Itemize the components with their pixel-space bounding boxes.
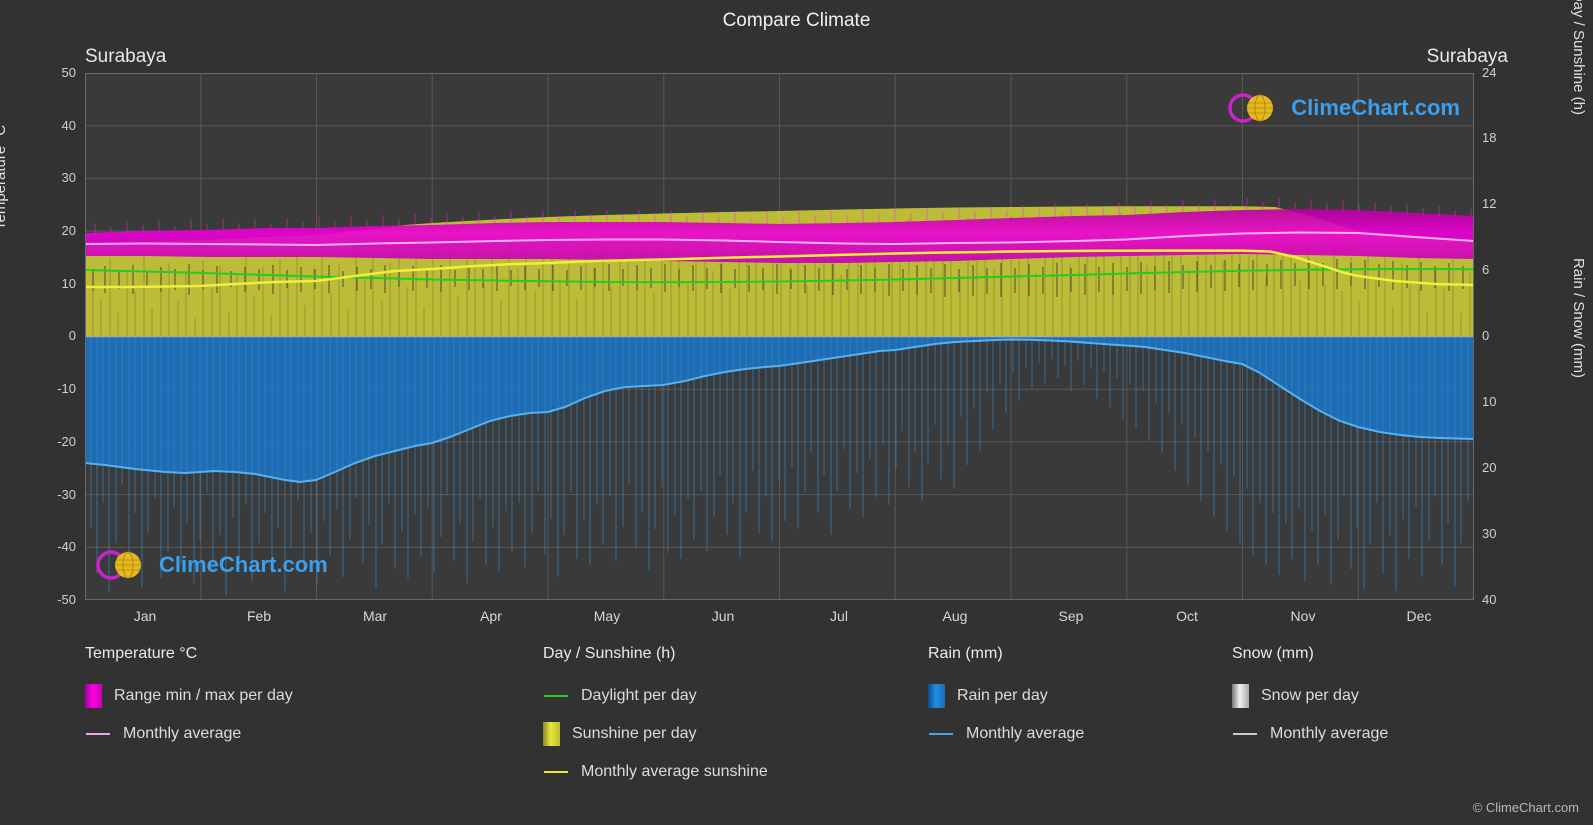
watermark-chart-bottom: Chart xyxy=(219,552,276,577)
y-axis-label-day-sunshine: Day / Sunshine (h) xyxy=(1570,0,1587,115)
legend-group-day-sunshine: Day / Sunshine (h) Daylight per day Suns… xyxy=(543,645,768,791)
legend-label-temp-range: Range min / max per day xyxy=(114,687,293,705)
legend-label-snow: Snow per day xyxy=(1261,687,1359,705)
ytick-left-10: 10 xyxy=(46,276,76,291)
xtick-may: May xyxy=(577,608,637,624)
legend-label-rain: Rain per day xyxy=(957,687,1048,705)
watermark-chart-top: Chart xyxy=(1351,95,1408,120)
watermark-clime-bottom: Clime xyxy=(159,552,219,577)
legend-label-daylight: Daylight per day xyxy=(581,687,697,705)
legend-swatch-sunshine-avg xyxy=(543,760,569,784)
ytick-left--40: -40 xyxy=(40,539,76,554)
xtick-mar: Mar xyxy=(345,608,405,624)
legend-group-snow: Snow (mm) Snow per day Monthly average xyxy=(1232,645,1388,753)
legend-heading-rain: Rain (mm) xyxy=(928,645,1084,663)
legend-item-sunshine[interactable]: Sunshine per day xyxy=(543,715,768,753)
page-title: Compare Climate xyxy=(0,10,1593,32)
watermark-brand-top: ClimeChart.com xyxy=(1291,95,1460,121)
ytick-left-20: 20 xyxy=(46,223,76,238)
legend-item-temp-avg[interactable]: Monthly average xyxy=(85,715,293,753)
xtick-aug: Aug xyxy=(925,608,985,624)
xtick-feb: Feb xyxy=(229,608,289,624)
legend-item-daylight[interactable]: Daylight per day xyxy=(543,677,768,715)
legend-group-rain: Rain (mm) Rain per day Monthly average xyxy=(928,645,1084,753)
xtick-jul: Jul xyxy=(809,608,869,624)
legend-swatch-temp-avg xyxy=(85,722,111,746)
ytick-right-rain-10: 10 xyxy=(1482,394,1496,409)
legend-swatch-rain xyxy=(928,684,945,708)
ytick-left--30: -30 xyxy=(40,487,76,502)
climechart-logo-icon-2 xyxy=(95,548,151,582)
ytick-left-30: 30 xyxy=(46,170,76,185)
legend-label-temp-avg: Monthly average xyxy=(123,725,241,743)
legend-swatch-sunshine xyxy=(543,722,560,746)
copyright-notice: © ClimeChart.com xyxy=(1473,800,1579,815)
ytick-right-rain-30: 30 xyxy=(1482,526,1496,541)
legend-label-snow-avg: Monthly average xyxy=(1270,725,1388,743)
ytick-left--50: -50 xyxy=(40,592,76,607)
ytick-right-18: 18 xyxy=(1482,130,1496,145)
watermark-com-top: .com xyxy=(1409,95,1460,120)
legend-item-snow[interactable]: Snow per day xyxy=(1232,677,1388,715)
legend-swatch-rain-avg xyxy=(928,722,954,746)
ytick-right-24: 24 xyxy=(1482,65,1496,80)
legend-heading-snow: Snow (mm) xyxy=(1232,645,1388,663)
watermark-top: ClimeChart.com xyxy=(1227,91,1460,125)
watermark-brand-bottom: ClimeChart.com xyxy=(159,552,328,578)
climechart-logo-icon xyxy=(1227,91,1283,125)
ytick-left-0: 0 xyxy=(46,328,76,343)
ytick-right-rain-20: 20 xyxy=(1482,460,1496,475)
xtick-jun: Jun xyxy=(693,608,753,624)
legend-item-temp-range[interactable]: Range min / max per day xyxy=(85,677,293,715)
legend-swatch-temp-range xyxy=(85,684,102,708)
y-axis-label-rain-snow: Rain / Snow (mm) xyxy=(1570,258,1587,378)
location-label-left: Surabaya xyxy=(85,46,166,68)
legend-label-sunshine-avg: Monthly average sunshine xyxy=(581,763,768,781)
xtick-apr: Apr xyxy=(461,608,521,624)
ytick-left--10: -10 xyxy=(40,381,76,396)
legend-label-sunshine: Sunshine per day xyxy=(572,725,697,743)
ytick-right-rain-40: 40 xyxy=(1482,592,1496,607)
xtick-dec: Dec xyxy=(1389,608,1449,624)
xtick-nov: Nov xyxy=(1273,608,1333,624)
ytick-left-40: 40 xyxy=(46,118,76,133)
xtick-jan: Jan xyxy=(115,608,175,624)
legend-item-rain[interactable]: Rain per day xyxy=(928,677,1084,715)
chart-legend: Temperature °C Range min / max per day M… xyxy=(0,645,1593,805)
watermark-clime-top: Clime xyxy=(1291,95,1351,120)
legend-heading-day-sunshine: Day / Sunshine (h) xyxy=(543,645,768,663)
legend-item-snow-avg[interactable]: Monthly average xyxy=(1232,715,1388,753)
legend-swatch-snow-avg xyxy=(1232,722,1258,746)
xtick-sep: Sep xyxy=(1041,608,1101,624)
legend-swatch-daylight xyxy=(543,684,569,708)
ytick-left--20: -20 xyxy=(40,434,76,449)
ytick-right-12: 12 xyxy=(1482,196,1496,211)
watermark-bottom: ClimeChart.com xyxy=(95,548,328,582)
ytick-right-6: 6 xyxy=(1482,262,1489,277)
chart-svg xyxy=(85,73,1474,600)
xtick-oct: Oct xyxy=(1157,608,1217,624)
legend-group-temperature: Temperature °C Range min / max per day M… xyxy=(85,645,293,753)
y-axis-label-temperature: Temperature °C xyxy=(0,125,9,230)
ytick-right-0a: 0 xyxy=(1482,328,1489,343)
legend-item-rain-avg[interactable]: Monthly average xyxy=(928,715,1084,753)
legend-heading-temperature: Temperature °C xyxy=(85,645,293,663)
watermark-com-bottom: .com xyxy=(276,552,327,577)
legend-label-rain-avg: Monthly average xyxy=(966,725,1084,743)
climate-chart-plot: ClimeChart.com ClimeChart.com xyxy=(85,73,1474,600)
legend-item-sunshine-avg[interactable]: Monthly average sunshine xyxy=(543,753,768,791)
legend-swatch-snow xyxy=(1232,684,1249,708)
ytick-left-50: 50 xyxy=(46,65,76,80)
